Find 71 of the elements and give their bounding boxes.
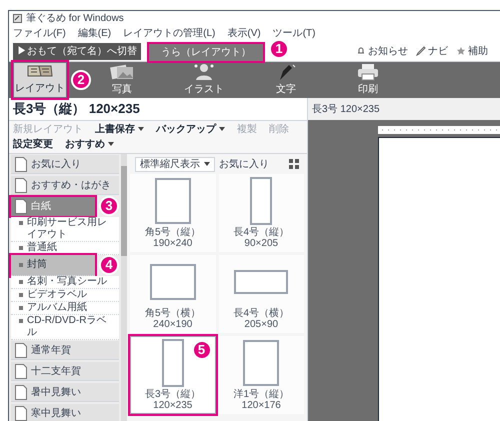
envelope-thumbnail: [250, 177, 272, 225]
template-label: 長3号（縦） 120×235: [144, 389, 202, 411]
bell-icon: [356, 46, 366, 56]
subcategory-item[interactable]: CD-R/DVD-Rラベル: [11, 315, 119, 340]
toolbar-button[interactable]: バックアップ: [156, 122, 225, 137]
subcategory-item[interactable]: 封筒: [11, 255, 95, 276]
ribbon-tab[interactable]: イラスト: [177, 62, 231, 98]
ribbon-tab[interactable]: 印刷: [341, 62, 395, 98]
category-item[interactable]: お気に入り: [11, 155, 119, 174]
template-card[interactable]: 角5号（縦） 190×240: [130, 174, 216, 252]
scrollbar[interactable]: [121, 154, 127, 421]
help-link[interactable]: ナビ: [428, 44, 448, 58]
template-card[interactable]: 角5号（横） 240×190: [130, 255, 216, 333]
document-icon: [15, 199, 27, 214]
callout-number: 4: [99, 255, 119, 275]
category-item[interactable]: 暑中見舞い: [11, 383, 119, 402]
category-item[interactable]: 十二支年賀: [11, 362, 119, 381]
layout-title: 長3号（縦） 120×235: [12, 100, 141, 118]
template-label: 洋1号（縦） 120×176: [232, 389, 290, 411]
star-icon: [456, 46, 466, 56]
app-icon: [13, 14, 22, 23]
document-icon: [15, 384, 27, 400]
toolbar-button[interactable]: おすすめ: [65, 137, 114, 152]
document-icon: [15, 364, 27, 378]
menu-item[interactable]: 編集(E): [78, 26, 112, 41]
toolbar-button[interactable]: 設定変更: [13, 137, 53, 152]
callout-number: 1: [269, 39, 289, 59]
envelope-thumbnail: [162, 339, 184, 387]
document-icon: [15, 178, 27, 192]
subcategory-item[interactable]: アルバム用紙: [11, 302, 119, 315]
ribbon-tab[interactable]: 写真: [95, 62, 149, 98]
pencil-icon: [416, 46, 426, 56]
ribbon-tab[interactable]: レイアウト: [13, 62, 67, 98]
subcategory-item[interactable]: 印刷サービス用レイアウト: [11, 217, 119, 242]
envelope-thumbnail: [234, 270, 288, 294]
callout-number: 2: [71, 70, 91, 90]
toolbar-button[interactable]: 上書保存: [95, 122, 144, 137]
subcategory-item[interactable]: 名刺・写真シール: [11, 276, 119, 289]
subcategory-item[interactable]: ビデオラベル: [11, 289, 119, 302]
category-item[interactable]: おすすめ・はがき: [11, 176, 119, 195]
document-icon: [15, 156, 27, 172]
template-card[interactable]: 長4号（縦） 90×205: [218, 174, 304, 252]
menu-item[interactable]: レイアウトの管理(L): [123, 26, 216, 41]
menu-item[interactable]: ファイル(F): [13, 26, 66, 41]
scale-dropdown[interactable]: 標準縮尺表示: [135, 156, 215, 172]
template-label: 長4号（横） 205×90: [232, 308, 290, 330]
template-label: 角5号（横） 240×190: [144, 308, 202, 330]
template-label: 長4号（縦） 90×205: [232, 227, 290, 249]
caret-icon: [204, 162, 210, 166]
template-label: 角5号（縦） 190×240: [144, 227, 202, 249]
document-icon: [15, 406, 27, 420]
template-card[interactable]: 洋1号（縦） 120×176: [218, 336, 304, 414]
back-side-tab[interactable]: うら（レイアウト）: [149, 44, 263, 61]
help-link[interactable]: 補助: [468, 44, 488, 58]
window-title: 筆ぐるめ for Windows: [26, 12, 124, 26]
preview-title: 長3号 120×235: [311, 102, 381, 116]
menu-item[interactable]: ツール(T): [272, 26, 316, 41]
envelope-thumbnail: [150, 264, 196, 300]
envelope-thumbnail: [243, 340, 280, 386]
switch-button[interactable]: ▶おもて（宛て名）へ切替: [13, 42, 141, 60]
ribbon-tab[interactable]: 文字: [259, 62, 313, 98]
template-card[interactable]: 長4号（横） 205×90: [218, 255, 304, 333]
callout-number: 3: [99, 196, 119, 216]
category-item[interactable]: 寒中見舞い: [11, 404, 119, 421]
help-link[interactable]: お知らせ: [368, 44, 408, 58]
envelope-thumbnail: [154, 178, 191, 224]
favorites-filter[interactable]: お気に入り: [219, 156, 269, 172]
document-icon: [15, 342, 27, 358]
menu-item[interactable]: 表示(V): [227, 26, 261, 41]
category-item[interactable]: 通常年賀: [11, 341, 119, 360]
grid-view-icon[interactable]: [289, 159, 299, 169]
